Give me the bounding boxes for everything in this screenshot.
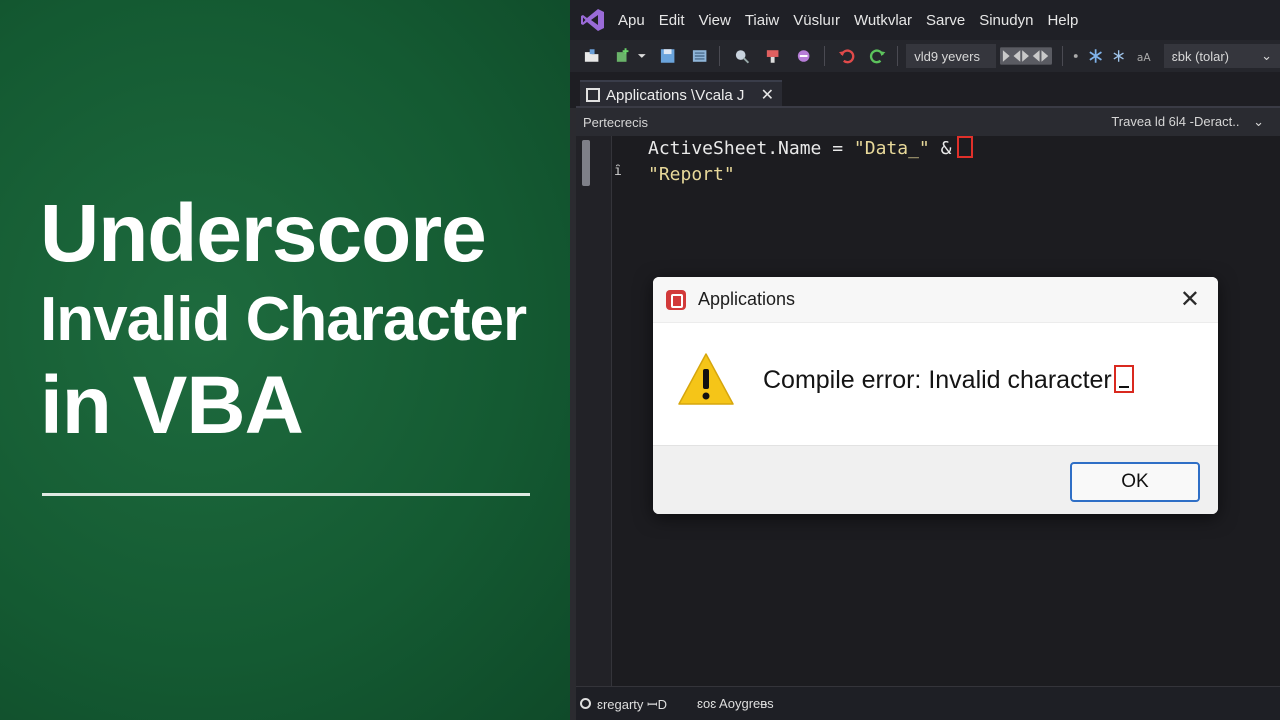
code-line-2: "Report" [648, 162, 973, 188]
dialog-footer: OK [653, 445, 1218, 514]
status-right-text: ɛoɛ Aoygreᴃs [697, 696, 774, 711]
toolbar-separator [897, 46, 899, 66]
status-left-text: ɛregarty ꟷD [597, 696, 668, 712]
status-bar: ɛregarty ꟷD ɛoɛ Aoygreᴃs [576, 686, 1280, 720]
code-assignment: ActiveSheet.Name = [648, 138, 854, 159]
code-window-icon [586, 88, 600, 102]
object-dropdown[interactable]: Pertecrecis [583, 115, 648, 130]
editor-gutter [576, 136, 612, 686]
gutter-marker: ȋ [614, 164, 622, 179]
menu-item-4[interactable]: Tiaiw [745, 12, 779, 29]
search-icon[interactable] [732, 46, 751, 66]
snowflake-icon[interactable] [1086, 46, 1105, 66]
tab-label: Applications \Vcala J [606, 86, 745, 104]
menu-bar: Apu Edit View Tiaiw Vüsluır Wutkvlar Sar… [570, 0, 1280, 40]
toolbar-separator [1061, 46, 1063, 66]
headline-line-3: in VBA [40, 360, 304, 451]
highlighted-underscore-box [957, 136, 974, 158]
error-message: Compile error: Invalid character [763, 365, 1134, 395]
toolbar-separator [718, 46, 720, 66]
dialog-title-bar: Applications ✕ [653, 277, 1218, 323]
tab-applications[interactable]: Applications \Vcala J ✕ [580, 80, 782, 108]
dialog-title: Applications [698, 289, 796, 309]
zoom-combo[interactable]: ɛbk (tolar) ⌄ [1163, 44, 1280, 68]
paint-icon[interactable] [763, 46, 782, 66]
code-text[interactable]: ActiveSheet.Name = "Data_" & "Report" [648, 136, 974, 188]
headline-divider [42, 493, 530, 496]
zoom-combo-text: ɛbk (tolar) [1171, 48, 1230, 64]
headline-line-1: Underscore [40, 188, 487, 279]
save-icon[interactable] [658, 46, 677, 66]
app-icon [666, 289, 686, 310]
status-left: ɛregarty ꟷD [580, 695, 667, 713]
menu-view[interactable]: View [699, 12, 731, 29]
error-message-text: Compile error: Invalid character [763, 366, 1112, 394]
chevron-down-icon: ⌄ [1253, 114, 1264, 129]
headline: Underscore Invalid Character in VBA [40, 188, 527, 452]
open-folder-icon[interactable] [582, 46, 601, 66]
code-string-report: "Report" [648, 164, 735, 185]
menu-item-5[interactable]: Vüsluır [793, 12, 840, 29]
code-concat-operator: & [929, 138, 952, 159]
close-icon[interactable]: ✕ [761, 85, 774, 105]
menu-help[interactable]: Help [1047, 12, 1078, 29]
font-size-icon[interactable]: aA [1135, 46, 1160, 66]
menu-edit[interactable]: Edit [659, 12, 685, 29]
run-controls-icon[interactable] [999, 46, 1052, 66]
toolbar: vld9 yevers aA ɛbk (tolar) ⌄ [570, 40, 1280, 72]
toolbar-separator [823, 46, 825, 66]
menu-item-6[interactable]: Wutkvlar [854, 12, 912, 29]
title-panel: Underscore Invalid Character in VBA [0, 0, 570, 720]
compile-error-dialog: Applications ✕ Compile error: Invalid ch… [653, 277, 1218, 514]
chevron-down-icon: ⌄ [1261, 48, 1273, 63]
menu-app[interactable]: Apu [618, 12, 645, 29]
procedure-dropdown-text: Travea ld 6l4 -Deract.. [1111, 114, 1240, 129]
document-tabstrip: Applications \Vcala J ✕ [570, 72, 1280, 108]
status-circle-icon [580, 698, 591, 709]
code-string-data: "Data_" [853, 138, 930, 159]
ok-button[interactable]: OK [1070, 462, 1200, 502]
menu-item-7[interactable]: Sarve [926, 12, 965, 29]
dialog-close-button[interactable]: ✕ [1180, 285, 1200, 313]
visual-studio-logo-icon [581, 9, 604, 31]
svg-text:aA: aA [1137, 52, 1151, 64]
procedure-dropdown[interactable]: Travea ld 6l4 -Deract.. ⌄ [1111, 114, 1264, 130]
menu-item-8[interactable]: Sinudyn [979, 12, 1033, 29]
headline-line-2: Invalid Character [40, 285, 527, 354]
configuration-combo[interactable]: vld9 yevers [906, 44, 996, 68]
object-icon[interactable] [794, 46, 813, 66]
warning-icon [678, 353, 734, 405]
list-icon[interactable] [690, 46, 709, 66]
dropdown-arrow-icon[interactable] [637, 46, 647, 66]
redo-icon[interactable] [868, 46, 887, 66]
scrollbar-thumb[interactable] [582, 140, 590, 186]
add-module-icon[interactable] [613, 46, 632, 66]
pin-icon[interactable] [1069, 46, 1083, 66]
asterisk-icon[interactable] [1109, 46, 1128, 66]
dialog-body: Compile error: Invalid character [653, 323, 1218, 445]
highlighted-underscore-box [1113, 365, 1134, 393]
code-navigation-bar: Pertecrecis Travea ld 6l4 -Deract.. ⌄ [576, 108, 1280, 136]
code-line-1: ActiveSheet.Name = "Data_" & [648, 136, 974, 162]
undo-icon[interactable] [837, 46, 856, 66]
